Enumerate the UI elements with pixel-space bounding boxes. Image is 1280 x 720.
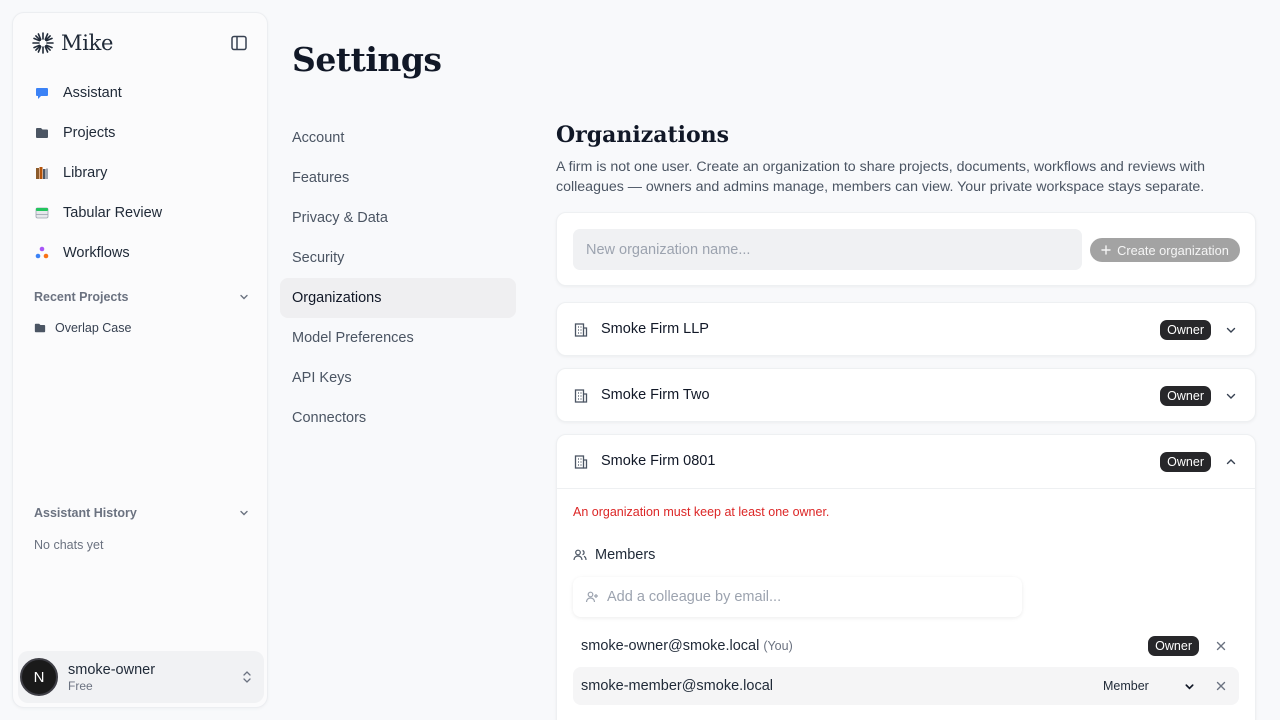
organization-header[interactable]: Smoke Firm LLP Owner <box>557 303 1255 357</box>
member-email: smoke-member@smoke.local <box>581 678 773 694</box>
chevron-down-icon <box>240 294 248 300</box>
recent-project-label: Overlap Case <box>55 321 132 335</box>
chevron-down-icon <box>240 510 248 516</box>
organization-name-input[interactable] <box>573 229 1082 270</box>
organization-name: Smoke Firm 0801 <box>601 453 716 469</box>
user-plan: Free <box>68 678 93 693</box>
members-title: Members <box>595 547 656 563</box>
table-icon <box>35 207 49 219</box>
organization-header[interactable]: Smoke Firm 0801 Owner <box>557 435 1255 489</box>
organization-card-expanded: Smoke Firm 0801 Owner An organization mu… <box>556 434 1256 720</box>
books-icon <box>36 167 48 179</box>
building-icon <box>574 389 588 403</box>
recent-project-item[interactable]: Overlap Case <box>34 321 131 335</box>
create-organization-button[interactable]: Create organization <box>1090 238 1240 262</box>
sidebar-toggle-icon[interactable] <box>230 34 248 52</box>
nav-label: Tabular Review <box>63 205 163 221</box>
settings-nav-model-preferences[interactable]: Model Preferences <box>280 318 516 358</box>
building-icon <box>574 455 588 469</box>
role-badge: Owner <box>1160 386 1211 406</box>
chat-bubble-icon <box>36 88 48 99</box>
user-name: smoke-owner <box>68 661 156 678</box>
workflow-icon <box>35 246 49 259</box>
member-role-select[interactable]: Member <box>1089 674 1201 698</box>
divider <box>557 488 1255 489</box>
building-icon <box>574 323 588 337</box>
nav-item-assistant[interactable]: Assistant <box>21 73 259 113</box>
close-icon[interactable] <box>1215 640 1227 652</box>
chevron-down-icon <box>1185 683 1194 690</box>
invite-email-input[interactable] <box>607 589 1007 605</box>
error-message: An organization must keep at least one o… <box>573 505 830 519</box>
settings-nav: Account Features Privacy & Data Security… <box>280 118 516 438</box>
folder-icon <box>36 128 48 138</box>
section-description: A firm is not one user. Create an organi… <box>556 159 1205 195</box>
role-badge: Owner <box>1160 320 1211 340</box>
brand-logo-icon <box>32 32 54 54</box>
nav-item-projects[interactable]: Projects <box>21 113 259 153</box>
assistant-history-empty: No chats yet <box>34 538 104 552</box>
create-organization-card: Create organization <box>556 212 1256 286</box>
sidebar: Mike Assistant Projects Library Tabular … <box>12 12 268 708</box>
chevron-up-icon <box>1226 459 1236 465</box>
avatar: N <box>20 658 58 696</box>
main-nav: Assistant Projects Library Tabular Revie… <box>21 73 259 273</box>
organization-name: Smoke Firm Two <box>601 387 710 403</box>
invite-field <box>573 577 1022 617</box>
chevron-down-icon <box>1226 327 1236 333</box>
create-organization-label: Create organization <box>1117 242 1229 258</box>
user-menu[interactable]: N smoke-owner Free <box>18 651 264 703</box>
folder-icon <box>34 323 46 333</box>
settings-nav-connectors[interactable]: Connectors <box>280 398 516 438</box>
organization-header[interactable]: Smoke Firm Two Owner <box>557 369 1255 423</box>
brand[interactable]: Mike <box>31 31 113 55</box>
nav-label: Projects <box>63 125 116 141</box>
users-icon <box>573 549 587 561</box>
settings-nav-features[interactable]: Features <box>280 158 516 198</box>
settings-nav-security[interactable]: Security <box>280 238 516 278</box>
member-row: smoke-member@smoke.local Member <box>573 667 1239 705</box>
assistant-history-title: Assistant History <box>34 506 137 520</box>
brand-name: Mike <box>61 31 114 55</box>
member-role-value: Member <box>1103 679 1149 693</box>
organization-card: Smoke Firm Two Owner <box>556 368 1256 422</box>
role-badge: Owner <box>1160 452 1211 472</box>
plus-icon <box>1101 245 1111 255</box>
role-badge: Owner <box>1148 636 1199 656</box>
chevron-up-down-icon <box>243 671 251 683</box>
member-email: smoke-owner@smoke.local <box>581 638 760 654</box>
members-header: Members <box>573 547 655 563</box>
nav-item-tabular-review[interactable]: Tabular Review <box>21 193 259 233</box>
nav-item-library[interactable]: Library <box>21 153 259 193</box>
section-heading: Organizations <box>556 122 730 148</box>
nav-item-workflows[interactable]: Workflows <box>21 233 259 273</box>
member-you-label: (You) <box>763 639 793 653</box>
chevron-down-icon <box>1226 393 1236 399</box>
user-info: smoke-owner Free <box>68 662 155 693</box>
organization-name: Smoke Firm LLP <box>601 321 709 337</box>
settings-nav-api-keys[interactable]: API Keys <box>280 358 516 398</box>
nav-label: Assistant <box>63 85 122 101</box>
recent-projects-header[interactable]: Recent Projects <box>34 290 250 304</box>
recent-projects-title: Recent Projects <box>34 290 129 304</box>
close-icon[interactable] <box>1215 680 1227 692</box>
member-row: smoke-owner@smoke.local (You) Owner <box>573 627 1239 665</box>
settings-nav-organizations[interactable]: Organizations <box>280 278 516 318</box>
nav-label: Workflows <box>63 245 130 261</box>
settings-nav-account[interactable]: Account <box>280 118 516 158</box>
assistant-history-header[interactable]: Assistant History <box>34 506 250 520</box>
page-title: Settings <box>292 40 442 79</box>
nav-label: Library <box>63 165 108 181</box>
settings-nav-privacy[interactable]: Privacy & Data <box>280 198 516 238</box>
user-plus-icon <box>585 591 598 603</box>
organization-card: Smoke Firm LLP Owner <box>556 302 1256 356</box>
